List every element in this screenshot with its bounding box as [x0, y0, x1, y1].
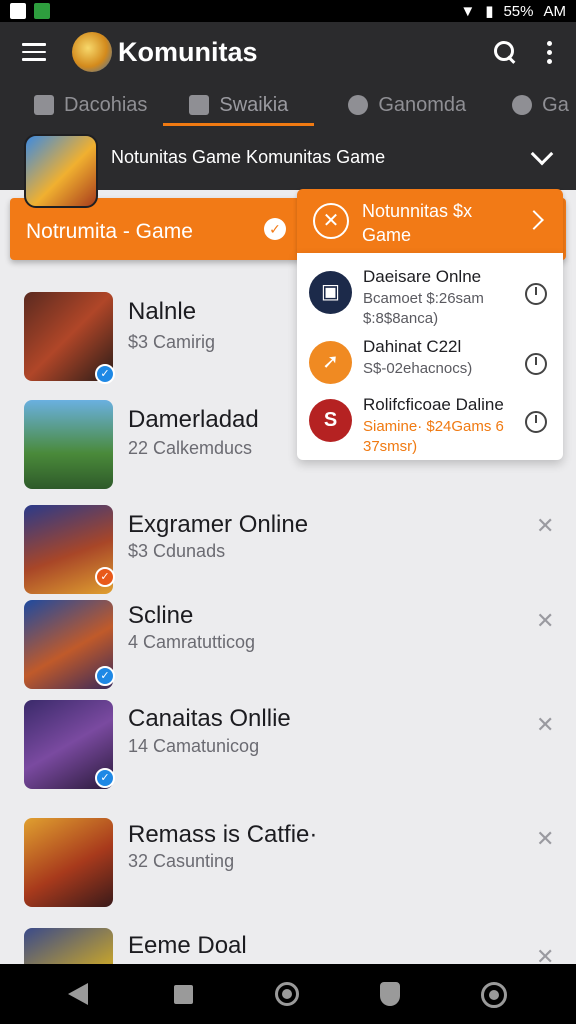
- popup-item-title: Daeisare Onlne: [363, 267, 482, 286]
- popup-title: Notunnitas $x Game: [362, 201, 473, 245]
- shield-icon[interactable]: [380, 982, 400, 1006]
- tab-label: Ganomda: [378, 93, 467, 116]
- clock-icon[interactable]: [525, 353, 547, 375]
- list-item[interactable]: ✓ Canaitas Onllie 14 Camatunicog ✕: [0, 700, 576, 800]
- popup-item-title: Dahinat C22l: [363, 337, 462, 356]
- recents-icon[interactable]: [174, 985, 193, 1004]
- notification-icon: [10, 3, 26, 19]
- community-avatar: [24, 134, 98, 208]
- tab-ga[interactable]: Ga: [466, 82, 569, 128]
- tab-label: Dacohias: [64, 93, 148, 116]
- status-bar: ▼ ▮ 55% AM: [0, 0, 576, 22]
- list-item-sub: 14 Camatunicog: [128, 736, 260, 756]
- popup-item-sub: S$-02ehacnocs): [363, 360, 473, 377]
- check-circle-icon: [348, 95, 369, 115]
- popup-item[interactable]: ➚ Dahinat C22l S$-02ehacnocs): [297, 335, 563, 397]
- back-icon[interactable]: [68, 983, 88, 1005]
- popup-item[interactable]: S Rolifcficoae Daline Siamine· $24Gams 6…: [297, 393, 563, 455]
- list-item-title: Eeme Doal: [128, 932, 247, 959]
- list-item-title: Canaitas Onllie: [128, 705, 291, 732]
- app-logo: [72, 32, 112, 72]
- list-item[interactable]: ✓ Scline 4 Camratutticog ✕: [0, 600, 576, 700]
- game-thumbnail: [24, 928, 113, 964]
- close-icon[interactable]: ✕: [536, 712, 554, 738]
- popup-item[interactable]: ▣ Daeisare Onlne Bcamoet $:26sam $:8$8an…: [297, 265, 563, 327]
- list-item-sub: 32 Casunting: [128, 851, 235, 871]
- verified-badge-icon: ✓: [95, 666, 115, 686]
- tab-bar: Dacohias Swaikia Ganomda Ga: [0, 82, 576, 128]
- more-options-icon[interactable]: [547, 40, 552, 64]
- app-bar: Komunitas: [0, 22, 576, 82]
- popup-item-sub: Bcamoet $:26sam $:8$8ancа): [363, 290, 484, 327]
- list-item-title: Remass is Catfie·: [128, 821, 318, 848]
- search-icon[interactable]: [493, 40, 517, 64]
- popup-item-sub: Siamine· $24Gams 6 37smsr): [363, 418, 504, 455]
- list-item[interactable]: ✓ Exgramer Online $3 Cdunads ✕: [0, 505, 576, 605]
- list-item-title: Nalnle: [128, 298, 197, 325]
- list-item[interactable]: Remass is Catfie· 32 Casunting ✕: [0, 818, 576, 918]
- clock-time: AM: [543, 2, 567, 20]
- tab-label: Ga: [542, 93, 569, 116]
- game-mode-icon[interactable]: [481, 982, 507, 1008]
- popup-item-title: Rolifcficoae Daline: [363, 395, 504, 414]
- close-icon[interactable]: ✕: [536, 826, 554, 852]
- battery-percent: 55%: [503, 2, 534, 20]
- briefcase-icon: ▣: [309, 271, 352, 314]
- tab-swaikia[interactable]: Swaikia: [147, 82, 315, 128]
- tab-label: Swaikia: [219, 93, 289, 116]
- verified-badge-icon: ✓: [95, 768, 115, 788]
- check-circle-icon: [512, 95, 533, 115]
- page-title: Komunitas: [118, 36, 258, 67]
- app-notification-icon: [34, 3, 50, 19]
- popup-header[interactable]: ✕ Notunnitas $x Game: [297, 189, 563, 253]
- controller-icon: [189, 95, 210, 115]
- check-icon: ✓: [264, 218, 286, 240]
- chevron-right-icon[interactable]: [524, 210, 544, 230]
- check-square-icon: [34, 95, 54, 115]
- list-item-sub: $3 Camirig: [128, 332, 216, 352]
- popup-menu: ▣ Daeisare Onlne Bcamoet $:26sam $:8$8an…: [297, 253, 563, 460]
- system-nav-bar: [0, 964, 576, 1024]
- clock-icon[interactable]: [525, 411, 547, 433]
- close-icon[interactable]: ✕: [536, 608, 554, 634]
- verified-badge-icon: ✓: [95, 567, 115, 587]
- list-item-sub: 22 Calkemducs: [128, 438, 253, 458]
- game-thumbnail: [24, 400, 113, 489]
- s-logo-icon: S: [309, 399, 352, 442]
- list-item-title: Scline: [128, 602, 194, 629]
- community-name: Notunitas Game Komunitas Game: [111, 147, 386, 167]
- game-thumbnail: [24, 818, 113, 907]
- list-item-sub: $3 Cdunads: [128, 541, 226, 561]
- menu-icon[interactable]: [22, 43, 46, 61]
- selected-community-label: Notrumita - Game: [26, 220, 193, 243]
- list-item-title: Damerladad: [128, 406, 259, 433]
- close-icon[interactable]: ✕: [536, 944, 554, 964]
- tab-dacohias[interactable]: Dacohias: [0, 82, 147, 128]
- list-item[interactable]: Eeme Doal ✕: [0, 928, 576, 964]
- list-item-title: Exgramer Online: [128, 511, 309, 538]
- close-icon[interactable]: ✕: [313, 203, 349, 239]
- battery-icon: ▮: [485, 3, 494, 20]
- list-item-sub: 4 Camratutticog: [128, 632, 256, 652]
- chevron-down-icon[interactable]: [530, 142, 554, 166]
- home-icon[interactable]: [275, 982, 299, 1006]
- clock-icon[interactable]: [525, 283, 547, 305]
- tab-ganomda[interactable]: Ganomda: [288, 82, 466, 128]
- arrow-icon: ➚: [309, 341, 352, 384]
- close-icon[interactable]: ✕: [536, 513, 554, 539]
- wifi-icon: ▼: [460, 2, 476, 20]
- verified-badge-icon: ✓: [95, 364, 115, 384]
